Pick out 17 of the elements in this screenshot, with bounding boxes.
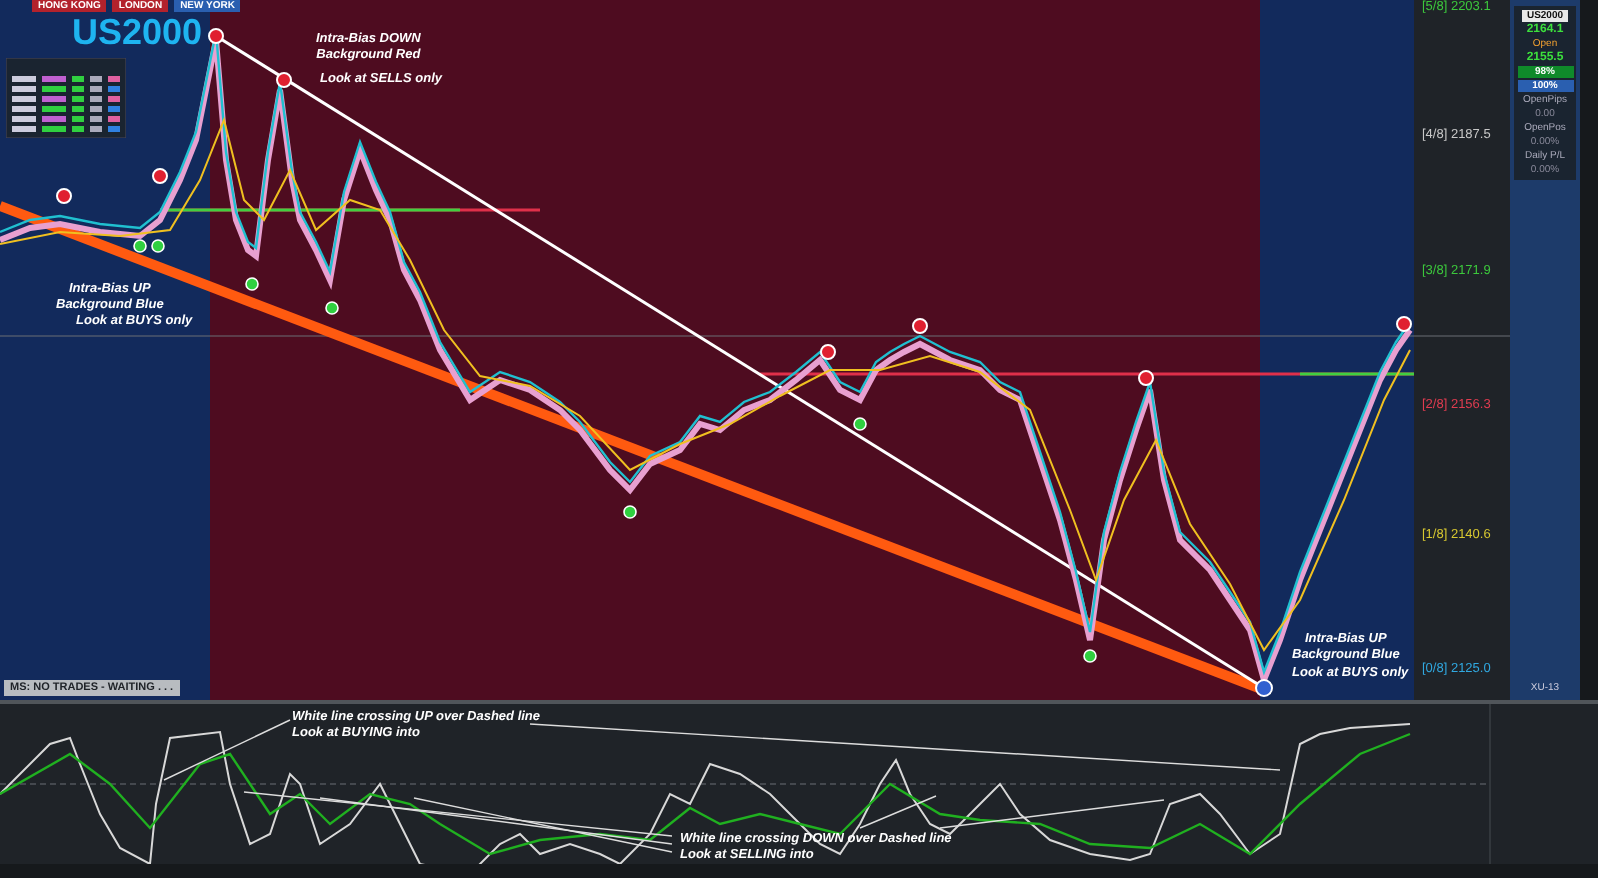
buy-signal-icon bbox=[325, 301, 339, 315]
buy-signal-icon bbox=[1083, 649, 1097, 663]
buy-signal-icon bbox=[245, 277, 259, 291]
market-table-drawing bbox=[6, 58, 126, 138]
buy-signal-icon bbox=[853, 417, 867, 431]
sell-signal-icon bbox=[152, 168, 168, 184]
buy-signal-icon bbox=[1255, 679, 1273, 697]
support-line bbox=[1300, 372, 1414, 376]
sell-signal-icon bbox=[1396, 316, 1412, 332]
symbol-title: US2000 bbox=[72, 12, 203, 52]
sell-signal-icon bbox=[912, 318, 928, 334]
sell-signal-icon bbox=[1138, 370, 1154, 386]
sell-signal-icon bbox=[208, 28, 224, 44]
sell-signal-icon bbox=[820, 344, 836, 360]
buy-signal-icon bbox=[623, 505, 637, 519]
sell-signal-icon bbox=[276, 72, 292, 88]
sell-signal-icon bbox=[56, 188, 72, 204]
